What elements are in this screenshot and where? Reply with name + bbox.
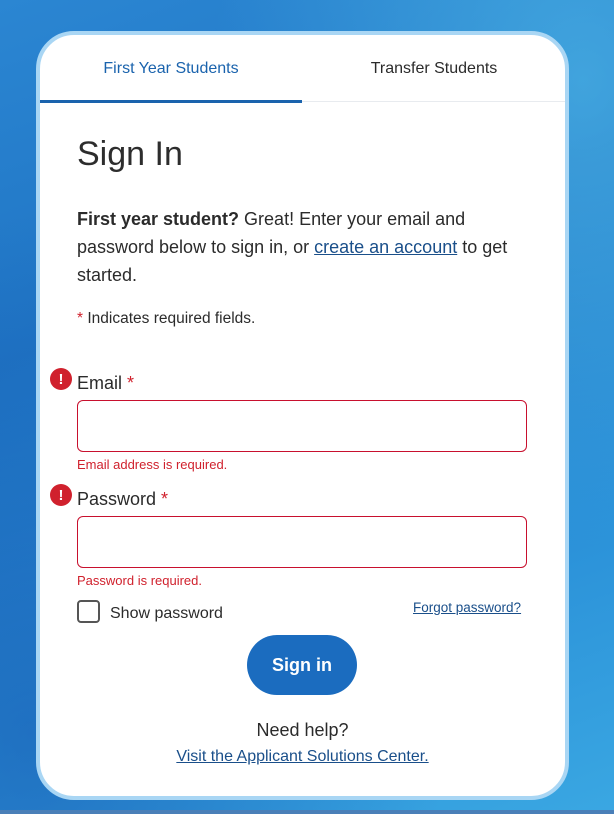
password-label-text: Password [77,489,157,509]
required-star: * [127,373,135,393]
create-account-link[interactable]: create an account [314,237,457,257]
tab-label: Transfer Students [370,59,498,77]
tab-label: First Year Students [103,59,239,77]
required-star: * [161,489,169,509]
required-fields-note: * Indicates required fields. [77,310,255,328]
forgot-password-link[interactable]: Forgot password? [413,600,521,615]
show-password-checkbox[interactable] [77,600,100,623]
alert-circle-icon: ! [50,484,72,506]
intro-text: First year student? Great! Enter your em… [77,205,537,289]
alert-circle-icon: ! [50,368,72,390]
email-label-text: Email [77,373,123,393]
email-label: Email * [77,373,134,394]
sign-in-card: First Year Students Transfer Students Si… [36,31,569,800]
password-error: Password is required. [77,573,202,588]
intro-bold: First year student? [77,209,240,229]
password-label: Password * [77,489,168,510]
email-error: Email address is required. [77,457,228,472]
applicant-solutions-center-link-wrapper: Visit the Applicant Solutions Center. [40,748,565,766]
sign-in-button[interactable]: Sign in [247,635,357,695]
tab-transfer-students[interactable]: Transfer Students [303,35,565,102]
email-field[interactable] [77,400,527,452]
required-note-text: Indicates required fields. [83,310,256,327]
show-password-label[interactable]: Show password [110,605,223,623]
tab-bar: First Year Students Transfer Students [40,35,565,103]
applicant-solutions-center-link[interactable]: Visit the Applicant Solutions Center. [176,748,428,765]
page-title: Sign In [77,135,183,173]
need-help-heading: Need help? [256,720,349,740]
bottom-strip [0,810,614,814]
tab-first-year-students[interactable]: First Year Students [40,35,302,103]
password-field[interactable] [77,516,527,568]
